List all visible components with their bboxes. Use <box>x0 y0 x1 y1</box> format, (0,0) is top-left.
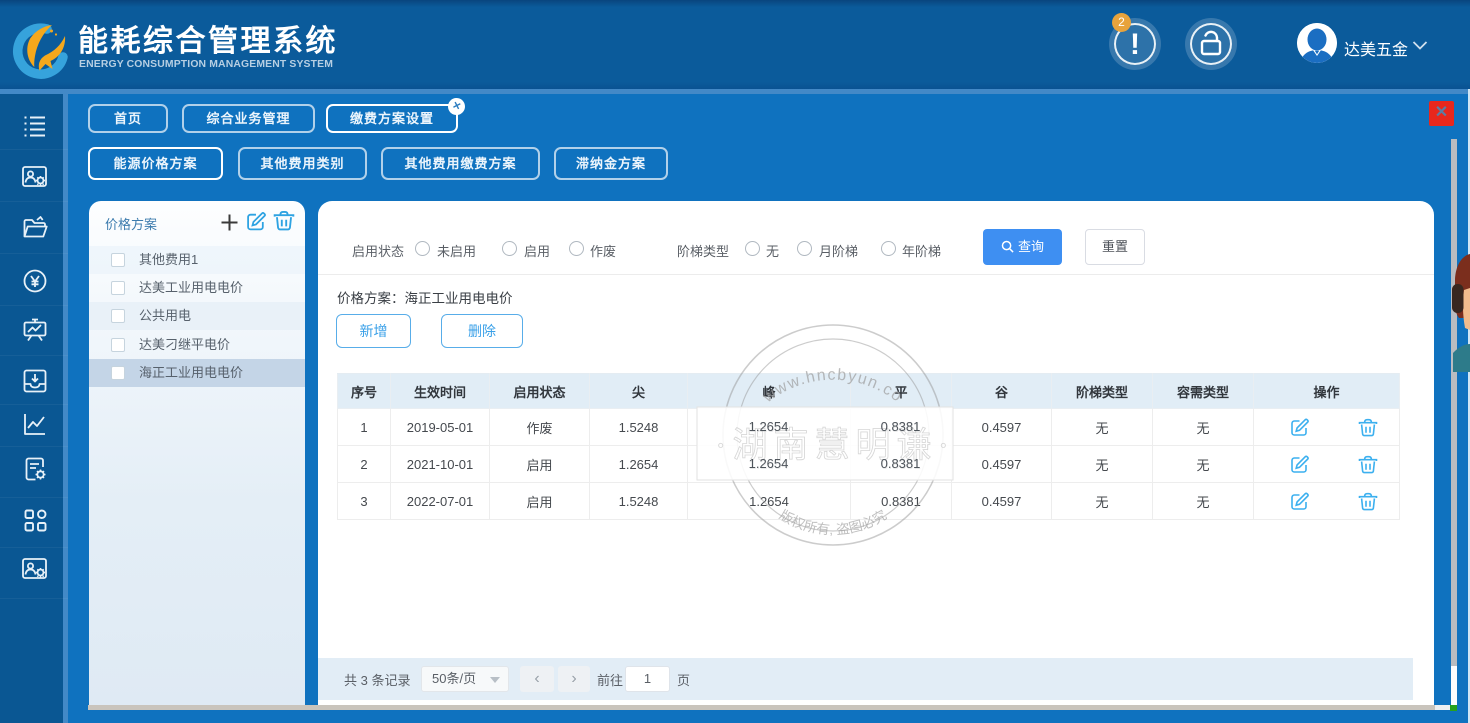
svg-text:!: ! <box>1130 28 1140 61</box>
